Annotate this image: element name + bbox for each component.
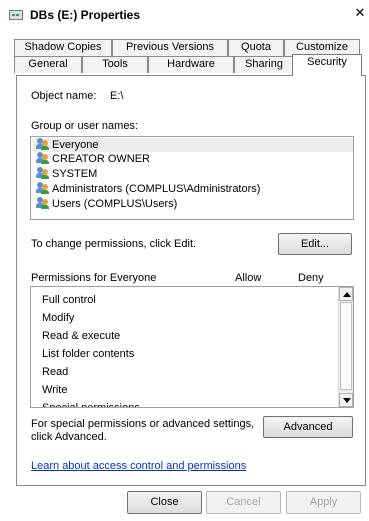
permissions-for-label: Permissions for Everyone [31, 272, 157, 284]
allow-column-header: Allow [235, 272, 262, 284]
list-item-system[interactable]: SYSTEM [33, 167, 353, 181]
close-icon[interactable]: ✕ [354, 7, 366, 20]
tab-tools[interactable]: Tools [82, 56, 148, 73]
list-item-creator-owner[interactable]: CREATOR OWNER [33, 152, 353, 166]
list-item-users[interactable]: Users (COMPLUS\Users) [33, 197, 353, 211]
permission-row: Read & execute [42, 330, 121, 342]
tab-security[interactable]: Security [292, 54, 362, 76]
edit-button[interactable]: Edit... [278, 233, 352, 255]
permission-row: Read [42, 366, 69, 378]
tab-quota[interactable]: Quota [228, 39, 284, 56]
object-name-value: E:\ [110, 90, 124, 102]
permission-row: Full control [42, 294, 96, 306]
user-group-icon [36, 197, 50, 209]
learn-more-link[interactable]: Learn about access control and permissio… [31, 460, 246, 472]
user-group-icon [36, 182, 50, 194]
window-title: DBs (E:) Properties [30, 8, 141, 22]
user-label: Users (COMPLUS\Users) [52, 198, 178, 210]
tab-strip: Shadow Copies Previous Versions Quota Cu… [8, 29, 367, 76]
permissions-list: Full control Modify Read & execute List … [30, 286, 354, 408]
permissions-scrollbar[interactable] [338, 287, 353, 407]
user-label: Administrators (COMPLUS\Administrators) [52, 183, 261, 195]
tab-hardware[interactable]: Hardware [148, 56, 234, 73]
user-label: CREATOR OWNER [52, 153, 150, 165]
user-label: SYSTEM [52, 168, 98, 180]
permission-row: List folder contents [42, 348, 135, 360]
tab-sharing[interactable]: Sharing [234, 56, 294, 73]
advanced-button[interactable]: Advanced [263, 416, 353, 438]
permission-row: Modify [42, 312, 75, 324]
list-item-everyone[interactable]: Everyone [33, 138, 353, 152]
tab-previous-versions[interactable]: Previous Versions [112, 39, 228, 56]
tab-general[interactable]: General [14, 56, 82, 73]
arrow-up-icon[interactable] [339, 287, 353, 301]
drive-icon [9, 10, 23, 20]
change-permissions-hint: To change permissions, click Edit. [31, 238, 197, 250]
apply-button[interactable]: Apply [286, 491, 361, 514]
list-item-administrators[interactable]: Administrators (COMPLUS\Administrators) [33, 182, 353, 196]
user-group-icon [36, 152, 50, 164]
permission-row: Write [42, 384, 68, 396]
user-group-icon [36, 167, 50, 179]
arrow-down-icon[interactable] [339, 393, 353, 407]
object-name-label: Object name: [31, 90, 97, 102]
deny-column-header: Deny [298, 272, 324, 284]
title-bar: DBs (E:) Properties ✕ [0, 0, 369, 28]
permission-row: Special permissions [42, 402, 140, 408]
close-button[interactable]: Close [127, 491, 202, 514]
group-user-names-label: Group or user names: [31, 120, 138, 132]
security-panel: Object name: E:\ Group or user names: Ev… [16, 75, 366, 486]
user-group-icon [36, 138, 50, 150]
user-label: Everyone [52, 139, 99, 151]
scroll-thumb[interactable] [340, 302, 352, 390]
tab-shadow-copies[interactable]: Shadow Copies [14, 39, 112, 56]
user-list: Everyone CREATOR OWNER SYSTEM Administra… [30, 136, 354, 220]
cancel-button[interactable]: Cancel [206, 491, 281, 514]
advanced-hint: For special permissions or advanced sett… [31, 418, 255, 443]
